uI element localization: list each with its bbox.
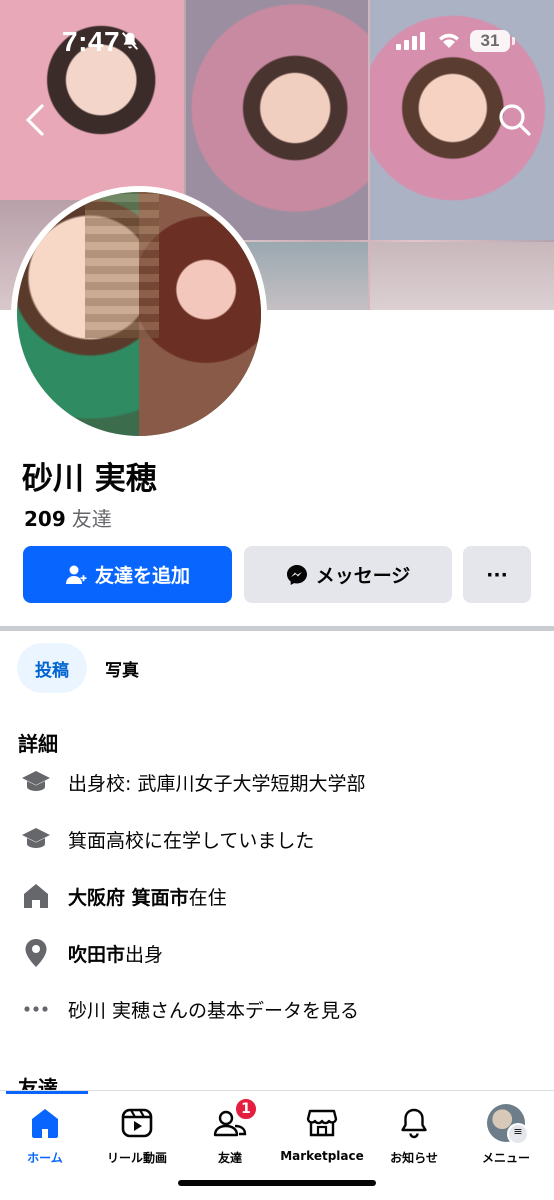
search-icon	[499, 104, 531, 136]
detail-text: 出身	[125, 943, 164, 966]
hometown[interactable]: 吹田市	[68, 940, 125, 967]
cover-photo-tile	[370, 242, 554, 310]
wifi-icon	[439, 33, 459, 48]
detail-text: 在住	[188, 886, 227, 909]
nav-home[interactable]: ホーム	[0, 1103, 91, 1166]
chevron-left-icon	[26, 104, 44, 136]
nav-friends[interactable]: 1 友達	[184, 1097, 276, 1166]
detail-hometown: 吹田市 出身	[20, 937, 163, 969]
friends-count[interactable]: 209 友達	[24, 503, 112, 532]
nav-label: リール動画	[106, 1151, 167, 1165]
profile-tabs: 投稿 写真	[17, 643, 157, 693]
friends-icon: 1	[210, 1097, 258, 1143]
tab-photos[interactable]: 写真	[87, 643, 157, 693]
nav-marketplace[interactable]: Marketplace	[276, 1103, 368, 1163]
tab-posts[interactable]: 投稿	[17, 643, 87, 693]
menu-avatar-icon	[486, 1103, 529, 1145]
avatar	[487, 1104, 529, 1145]
more-options-button[interactable]: ···	[463, 546, 531, 603]
more-options-label: ···	[486, 563, 508, 586]
nav-label: お知らせ	[390, 1151, 438, 1165]
notification-badge: 1	[234, 1097, 258, 1121]
detail-text: 出身校: 武庫川女子大学短期大学部	[68, 772, 366, 795]
details-title: 詳細	[18, 732, 58, 756]
profile-name: 砂川 実穂	[22, 461, 157, 497]
add-friend-label: 友達を追加	[94, 565, 190, 587]
search-button[interactable]	[494, 98, 536, 142]
add-friend-icon	[65, 565, 87, 584]
nav-label: 友達	[217, 1151, 242, 1165]
active-tab-indicator	[6, 1091, 88, 1094]
more-dots-icon	[20, 993, 52, 1025]
add-friend-button[interactable]: 友達を追加	[23, 546, 232, 603]
battery-indicator: 31	[470, 30, 515, 52]
nav-menu[interactable]: メニュー	[460, 1103, 552, 1166]
detail-text: 砂川 実穂さんの基本データを見る	[68, 999, 360, 1022]
nav-reels[interactable]: リール動画	[91, 1103, 183, 1166]
nav-notifications[interactable]: お知らせ	[368, 1103, 460, 1166]
nav-label: Marketplace	[280, 1149, 364, 1163]
detail-education-highschool: 箕面高校に在学していました	[20, 823, 314, 855]
signal-icon	[396, 32, 425, 50]
home-icon	[25, 1103, 65, 1143]
detail-current-city: 大阪府 箕面市 在住	[20, 880, 227, 912]
reels-icon	[117, 1103, 157, 1143]
marketplace-icon	[302, 1103, 342, 1143]
friends-count-number: 209	[24, 507, 66, 531]
profile-avatar[interactable]	[11, 186, 267, 442]
bell-icon	[394, 1103, 434, 1143]
detail-text: 箕面高校に在学していました	[68, 829, 315, 852]
home-indicator	[178, 1180, 376, 1186]
current-city[interactable]: 大阪府 箕面市	[68, 883, 189, 910]
graduation-cap-icon	[20, 823, 52, 855]
location-pin-icon	[20, 937, 52, 969]
nav-label: ホーム	[27, 1151, 63, 1165]
graduation-cap-icon	[20, 766, 52, 798]
detail-education-college: 出身校: 武庫川女子大学短期大学部	[20, 766, 365, 798]
see-about-info-link[interactable]: 砂川 実穂さんの基本データを見る	[20, 993, 359, 1025]
message-button[interactable]: メッセージ	[244, 546, 452, 603]
status-time: 7:47	[62, 26, 121, 57]
silent-bell-icon	[121, 32, 139, 50]
messenger-icon	[286, 564, 307, 585]
message-label: メッセージ	[315, 565, 411, 587]
section-divider	[0, 626, 554, 631]
status-bar: 7:47 31	[0, 0, 554, 80]
nav-label: メニュー	[481, 1151, 530, 1165]
home-icon	[20, 880, 52, 912]
back-button[interactable]	[16, 98, 56, 142]
profile-photo	[17, 192, 261, 436]
friends-count-label: 友達	[71, 507, 112, 531]
